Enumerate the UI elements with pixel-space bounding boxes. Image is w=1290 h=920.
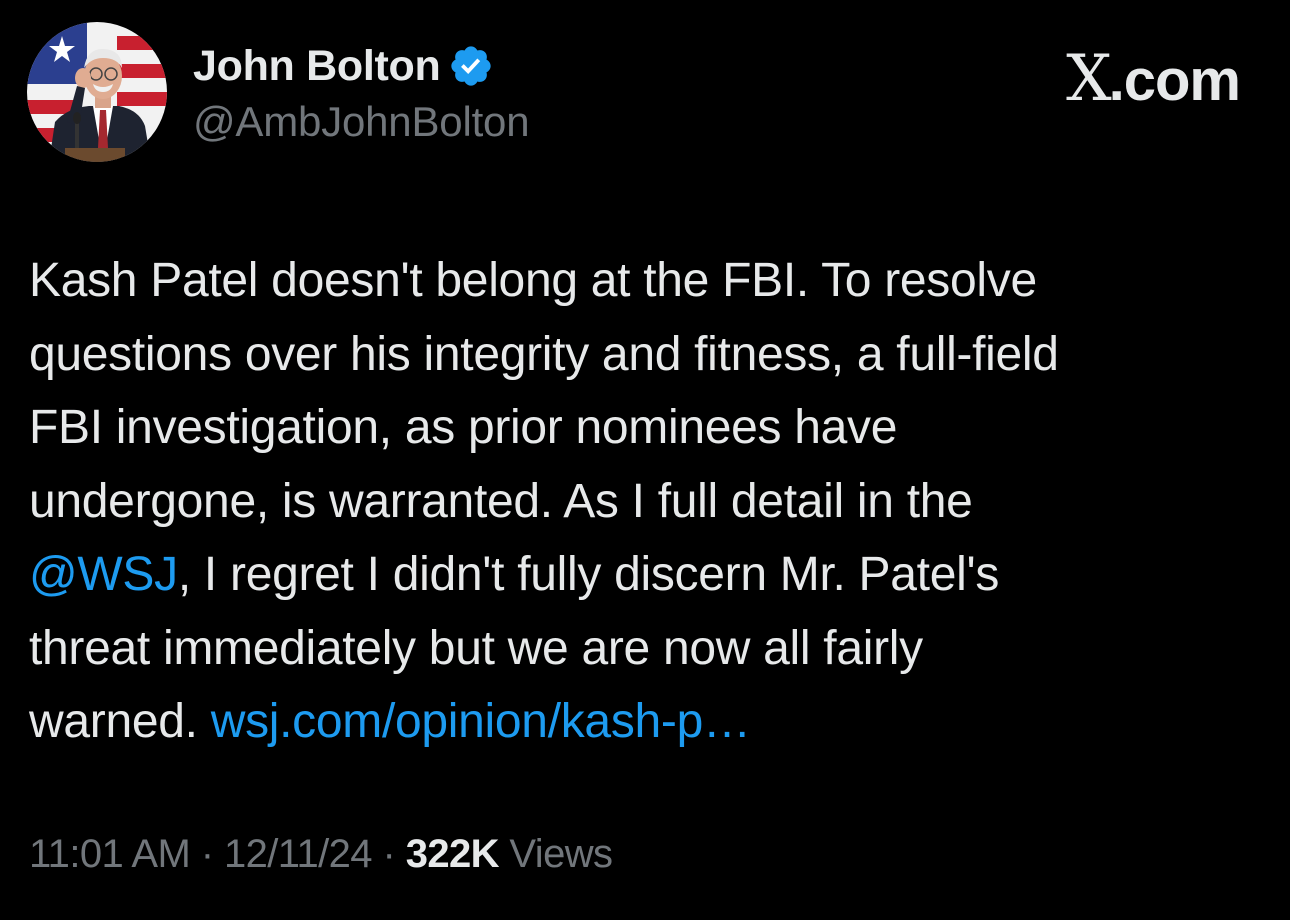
tweet-line-text: questions over his integrity and fitness… (29, 327, 1059, 381)
author-name-row: John Bolton (193, 40, 494, 92)
tweet-card: John Bolton @AmbJohnBolton X.com Kash Pa… (0, 0, 1290, 920)
author-avatar[interactable] (27, 22, 167, 162)
views-label: Views (498, 832, 613, 876)
views-count[interactable]: 322K (406, 832, 500, 876)
tweet-line-text: undergone, is warranted. As I full detai… (29, 474, 973, 528)
tweet-line: FBI investigation, as prior nominees hav… (29, 391, 1269, 465)
meta-separator: · (190, 832, 224, 876)
meta-separator: · (371, 832, 406, 876)
author-handle[interactable]: @AmbJohnBolton (193, 98, 530, 146)
tweet-time[interactable]: 11:01 AM (29, 832, 191, 876)
wsj-article-link[interactable]: wsj.com/opinion/kash-p… (211, 695, 751, 748)
tweet-line: warned. wsj.com/opinion/kash-p… (29, 685, 1269, 759)
x-com-logo: X.com (1066, 42, 1241, 116)
tweet-line: Kash Patel doesn't belong at the FBI. To… (29, 244, 1269, 318)
verified-badge-icon (448, 43, 494, 89)
tweet-line: @WSJ, I regret I didn't fully discern Mr… (29, 538, 1269, 612)
tweet-text: Kash Patel doesn't belong at the FBI. To… (29, 244, 1269, 759)
tweet-meta: 11:01 AM · 12/11/24 · 322K Views (29, 832, 613, 877)
tweet-line-text: warned. (29, 695, 211, 748)
tweet-line-text: Kash Patel doesn't belong at the FBI. To… (29, 254, 1037, 307)
wsj-mention-link[interactable]: @WSJ (29, 548, 178, 601)
tweet-line: threat immediately but we are now all fa… (29, 612, 1269, 686)
tweet-date[interactable]: 12/11/24 (224, 832, 373, 876)
x-logo-icon: X (1066, 42, 1112, 116)
brand-domain: .com (1108, 48, 1241, 113)
tweet-line-text: , I regret I didn't fully discern Mr. Pa… (177, 548, 1000, 601)
avatar-photo (27, 22, 167, 162)
tweet-line: questions over his integrity and fitness… (29, 318, 1269, 392)
author-display-name[interactable]: John Bolton (193, 42, 441, 91)
tweet-line-text: FBI investigation, as prior nominees hav… (29, 401, 898, 454)
tweet-line: undergone, is warranted. As I full detai… (29, 465, 1269, 539)
tweet-line-text: threat immediately but we are now all fa… (29, 621, 923, 675)
